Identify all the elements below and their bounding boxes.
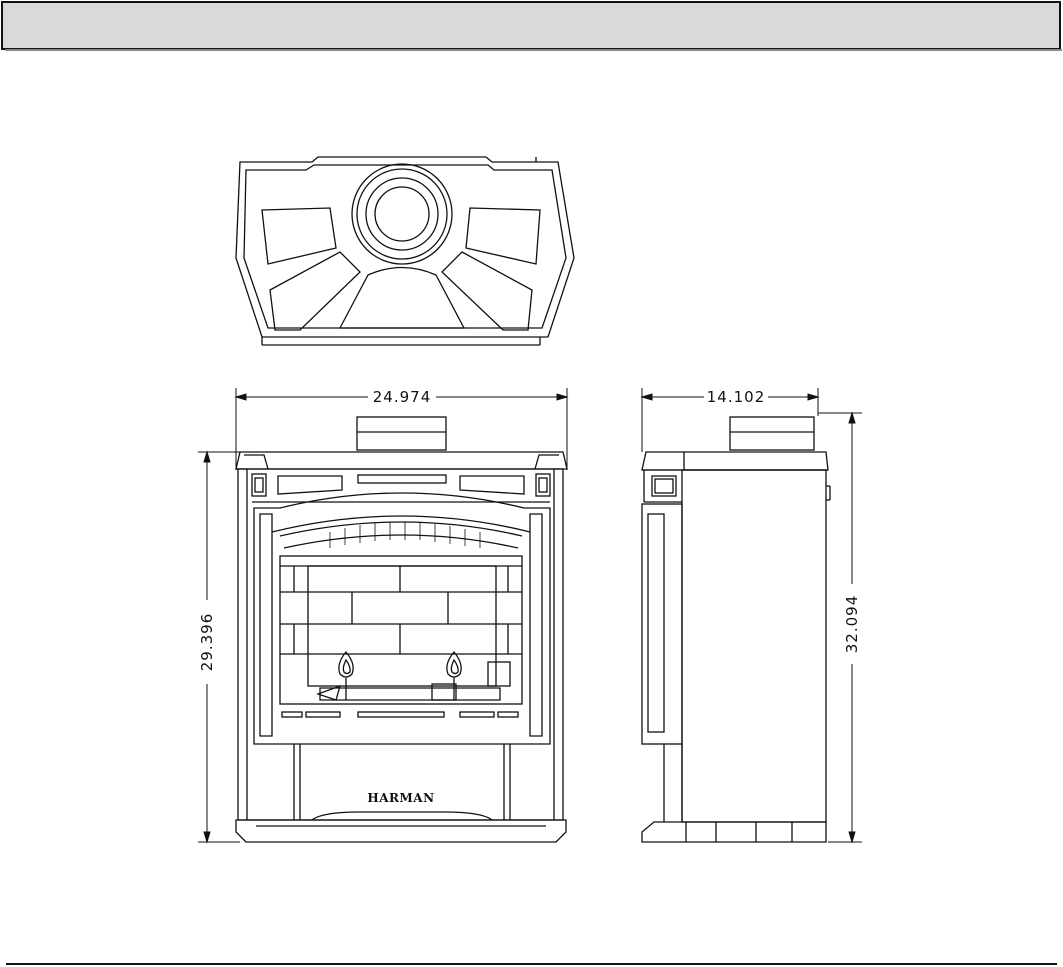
side-view: [641, 416, 831, 843]
side-depth-label: 14.102: [707, 388, 766, 406]
front-view: [235, 416, 568, 843]
harman-logo: HARMAN: [367, 791, 434, 805]
front-width-label: 24.974: [373, 388, 432, 406]
top-view: [235, 156, 575, 346]
side-height-label: 32.094: [843, 595, 861, 654]
stove-drawing: 24.974 14.102 29.396 32.094 HARMAN: [198, 156, 862, 844]
footer-rule: [6, 963, 1057, 965]
front-height-label: 29.396: [198, 613, 216, 672]
